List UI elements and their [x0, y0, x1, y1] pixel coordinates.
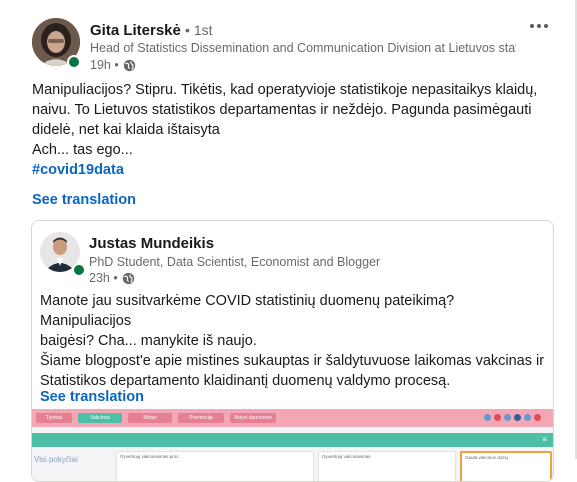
author-name[interactable]: Gita Literskė — [90, 22, 181, 39]
shared-post-body: Manote jau susitvarkėme COVID statistini… — [40, 291, 545, 391]
hashtag-link[interactable]: #covid19data — [32, 160, 552, 180]
post-body: Manipuliacijos? Stipru. Tikėtis, kad ope… — [32, 80, 552, 180]
preview-nav-item: Tyrimai — [36, 413, 72, 423]
shared-text-line: Šiame blogpost'e apie mistines sukauptas… — [40, 353, 545, 369]
preview-menu-icon: ≡ — [542, 435, 547, 444]
preview-teal-bar — [32, 433, 553, 447]
post-text-line: Ach... tas ego... — [32, 142, 133, 158]
preview-panel-highlighted: Gauta vakcinos dozių — [460, 451, 552, 481]
online-status-indicator — [67, 55, 81, 69]
author-headline: Head of Statistics Dissemination and Com… — [90, 41, 516, 55]
preview-panel: Gyventojų vakcinavimas — [318, 451, 456, 481]
post-meta: 19h • — [90, 58, 136, 72]
globe-icon — [122, 272, 134, 284]
globe-icon — [123, 59, 135, 71]
post-text-line: didelė, net kai klaida ištaisyta — [32, 122, 220, 138]
preview-side-text: Visi pokyčiai — [34, 455, 78, 464]
preview-panel-title: Gyventojų vakcinavimas — [322, 454, 371, 459]
preview-social-icon — [514, 414, 521, 421]
shared-post-time: 23h • — [89, 271, 118, 285]
preview-nav-item: Mirtys — [128, 413, 172, 423]
shared-text-line: Manote jau susitvarkėme COVID statistini… — [40, 293, 455, 329]
shared-post-meta: 23h • — [89, 271, 135, 285]
preview-nav-item: Aktyvi duomenys — [230, 413, 276, 423]
preview-social-icon — [534, 414, 541, 421]
shared-author-name[interactable]: Justas Mundeikis — [89, 235, 214, 252]
preview-social-icon — [484, 414, 491, 421]
preview-social-icon — [494, 414, 501, 421]
shared-post-card[interactable]: Justas Mundeikis PhD Student, Data Scien… — [31, 220, 554, 482]
shared-author-headline: PhD Student, Data Scientist, Economist a… — [89, 255, 381, 269]
feed-post: Gita Literskė • 1st Head of Statistics D… — [0, 0, 577, 482]
post-time: 19h • — [90, 58, 119, 72]
preview-panel-title: Gyventojų vakcinavimas proc. — [120, 454, 180, 459]
more-options-button[interactable] — [523, 14, 555, 38]
preview-nav-item: Prevencija — [178, 413, 224, 423]
more-horizontal-icon — [530, 24, 534, 28]
shared-text-line: baigėsi? Cha... manykite iš naujo. — [40, 333, 257, 349]
post-text-line: Manipuliacijos? Stipru. Tikėtis, kad ope… — [32, 82, 538, 98]
connection-degree: • 1st — [185, 22, 213, 38]
link-preview-image[interactable]: Tyrimai Vakcinos Mirtys Prevencija Aktyv… — [32, 409, 553, 481]
preview-social-icon — [524, 414, 531, 421]
preview-panel: Gyventojų vakcinavimas proc. — [116, 451, 314, 481]
preview-panel-title: Gauta vakcinos dozių — [465, 455, 509, 460]
see-translation-button[interactable]: See translation — [32, 192, 136, 208]
preview-social-icon — [504, 414, 511, 421]
author-name-line[interactable]: Gita Literskė • 1st — [90, 22, 213, 39]
shared-text-line: Statistikos departamento klaidinantį duo… — [40, 373, 451, 389]
post-text-line: naivu. To Lietuvos statistikos departame… — [32, 102, 532, 118]
online-status-indicator — [72, 263, 86, 277]
shared-see-translation-button[interactable]: See translation — [40, 389, 144, 405]
preview-nav-item: Vakcinos — [78, 413, 122, 423]
